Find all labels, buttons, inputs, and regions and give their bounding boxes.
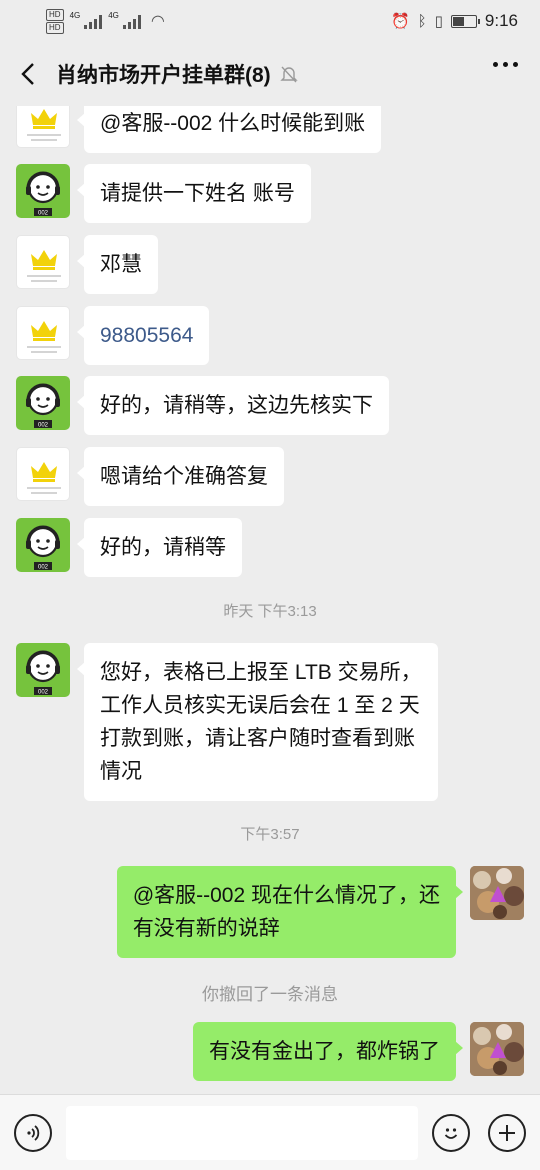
message-item: 002 请提供一下姓名 账号 <box>16 164 311 223</box>
headset-agent-icon: 002 <box>26 650 60 696</box>
message-item-self: @客服--002 现在什么情况了，还 有没有新的说辞 <box>116 866 524 958</box>
chat-header: 肖纳市场开户挂单群(8) <box>0 42 540 106</box>
message-bubble[interactable]: 好的，请稍等 <box>77 518 242 577</box>
chevron-left-icon <box>21 63 34 85</box>
headset-agent-icon: 002 <box>26 383 60 429</box>
network-type-2: 4G <box>108 10 119 20</box>
message-item: 邓慧 <box>16 235 158 294</box>
voice-icon <box>27 1124 40 1141</box>
message-item: 002 您好，表格已上报至 LTB 交易所， 工作人员核实无误后会在 1 至 2… <box>16 643 438 801</box>
service-avatar[interactable]: 002 <box>16 376 70 430</box>
bluetooth-icon: ᛒ <box>417 12 427 30</box>
status-bar: HD HD 4G 4G ◠ ⏰ ᛒ ▯ 9:16 <box>0 0 540 42</box>
timestamp: 昨天 下午3:13 <box>223 603 317 620</box>
self-avatar[interactable] <box>470 1022 524 1076</box>
voice-input-button[interactable] <box>14 1113 52 1152</box>
emoji-icon <box>444 1127 458 1139</box>
member-avatar[interactable] <box>16 306 70 360</box>
network-type-1: 4G <box>69 10 81 20</box>
mute-bell-icon <box>279 66 298 83</box>
member-avatar[interactable] <box>16 235 70 289</box>
alarm-icon: ⏰ <box>390 13 410 30</box>
crown-icon <box>27 250 61 282</box>
headset-agent-icon: 002 <box>26 171 60 217</box>
timestamp: 下午3:57 <box>240 826 300 843</box>
service-avatar[interactable]: 002 <box>16 518 70 572</box>
chat-title[interactable]: 肖纳市场开户挂单群(8) <box>56 59 271 89</box>
emoji-button[interactable] <box>432 1113 470 1152</box>
message-bubble-self[interactable]: @客服--002 现在什么情况了，还 有没有新的说辞 <box>116 866 464 958</box>
message-bubble[interactable]: 请提供一下姓名 账号 <box>77 164 311 223</box>
message-bubble[interactable]: 好的，请稍等，这边先核实下 <box>77 376 389 435</box>
message-list[interactable]: @客服--002 什么时候能到账 002 请提供一下姓名 账号 邓慧 98805… <box>0 106 540 1094</box>
plus-icon <box>499 1124 515 1141</box>
message-input[interactable] <box>66 1105 418 1160</box>
more-functions-button[interactable] <box>488 1113 526 1152</box>
self-avatar[interactable] <box>470 866 524 920</box>
message-item: 嗯请给个准确答复 <box>16 447 284 506</box>
message-bubble[interactable]: 嗯请给个准确答复 <box>77 447 284 506</box>
message-bubble[interactable]: 邓慧 <box>77 235 158 294</box>
message-bubble[interactable]: 98805564 <box>76 306 210 365</box>
member-avatar[interactable] <box>16 447 70 501</box>
message-bubble[interactable]: @客服--002 什么时候能到账 <box>76 106 382 153</box>
input-bar <box>0 1094 540 1170</box>
message-item: 002 好的，请稍等，这边先核实下 <box>16 376 389 435</box>
message-item: 98805564 <box>16 306 210 365</box>
crown-icon <box>27 109 61 141</box>
photo-avatar-icon <box>470 1022 524 1076</box>
service-avatar[interactable]: 002 <box>16 164 70 218</box>
headset-agent-icon: 002 <box>26 525 60 571</box>
crown-icon <box>27 321 61 353</box>
vibrate-icon: ▯ <box>434 13 443 30</box>
signal-icon-1 <box>84 13 103 29</box>
svg-text:002: 002 <box>38 423 49 429</box>
message-bubble-self[interactable]: 有没有金出了，都炸锅了 <box>193 1022 463 1081</box>
svg-text:002: 002 <box>38 211 49 217</box>
crown-icon <box>27 462 61 494</box>
service-avatar[interactable]: 002 <box>16 643 70 697</box>
photo-avatar-icon <box>470 866 524 920</box>
more-options-button[interactable] <box>493 62 518 67</box>
clock: 9:16 <box>484 11 518 30</box>
battery-icon <box>450 14 480 28</box>
message-item: @客服--002 什么时候能到账 <box>16 106 382 153</box>
svg-text:002: 002 <box>38 690 49 696</box>
back-button[interactable] <box>0 42 56 106</box>
message-item: 002 好的，请稍等 <box>16 518 242 577</box>
wifi-icon: ◠ <box>150 13 165 30</box>
signal-icon-2 <box>122 13 141 29</box>
svg-text:002: 002 <box>38 565 49 571</box>
message-item-self: 有没有金出了，都炸锅了 <box>193 1022 524 1081</box>
recalled-notice: 你撤回了一条消息 <box>202 985 338 1004</box>
message-bubble[interactable]: 您好，表格已上报至 LTB 交易所， 工作人员核实无误后会在 1 至 2 天 打… <box>77 643 438 801</box>
member-avatar[interactable] <box>16 106 70 148</box>
hd-indicator: HD HD <box>46 8 64 34</box>
